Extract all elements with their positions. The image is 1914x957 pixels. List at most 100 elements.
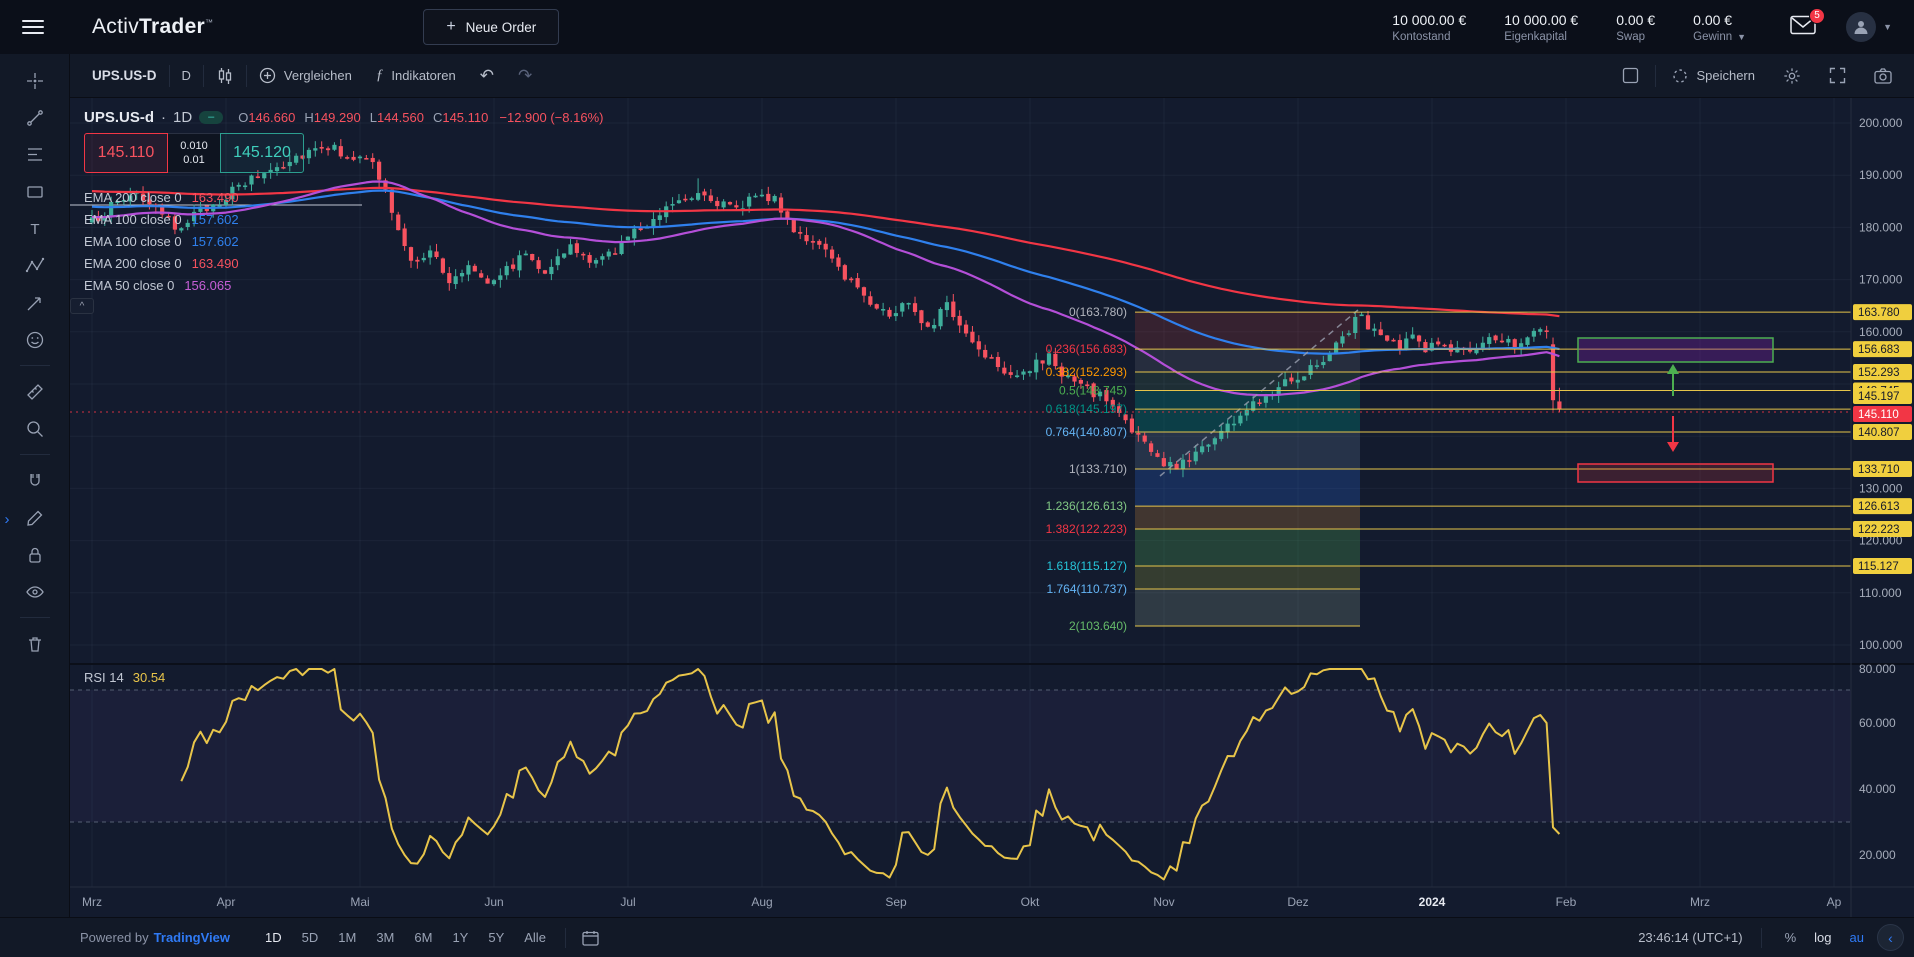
fib-label[interactable]: 2(103.640) <box>1069 619 1127 633</box>
clock[interactable]: 23:46:14 (UTC+1) <box>1638 930 1742 945</box>
fib-axis-label-text: 115.127 <box>1858 561 1899 573</box>
interval-button[interactable]: D <box>170 61 203 91</box>
fib-label[interactable]: 1.236(126.613) <box>1046 499 1127 513</box>
neue-order-button[interactable]: + Neue Order <box>423 9 559 45</box>
user-menu[interactable]: ▼ <box>1846 12 1892 42</box>
buy-button[interactable]: 145.120 <box>220 133 304 173</box>
collapse-panel-button[interactable]: ‹ <box>1877 924 1904 951</box>
screenshot-button[interactable] <box>1862 61 1904 91</box>
logo-tm: ™ <box>205 18 213 27</box>
range-5d[interactable]: 5D <box>293 926 328 949</box>
pane-divider[interactable] <box>70 663 1914 665</box>
tool-remove-drawings[interactable] <box>13 625 57 662</box>
candles-icon <box>216 67 234 85</box>
close-value: 145.110 <box>442 110 488 125</box>
ema-row[interactable]: EMA 50 close 0156.065 <box>84 274 603 296</box>
layout-select-button[interactable] <box>1610 61 1651 91</box>
rectangle-icon <box>25 182 45 202</box>
fib-label[interactable]: 1(133.710) <box>1069 462 1127 476</box>
auto-scale-button[interactable]: au <box>1845 927 1869 948</box>
symbol-search-button[interactable]: UPS.US-D <box>80 61 169 91</box>
sell-button[interactable]: 145.110 <box>84 133 168 173</box>
magnet-icon <box>25 471 45 491</box>
tool-zoom[interactable] <box>13 410 57 447</box>
fib-label[interactable]: 0.764(140.807) <box>1046 425 1127 439</box>
spread-bottom: 0.01 <box>183 154 204 166</box>
chart-area[interactable]: 0(163.780) 0.236(156.683) 0.382(152.293) 0.… <box>70 98 1914 917</box>
range-alle[interactable]: Alle <box>515 926 555 949</box>
fullscreen-button[interactable] <box>1817 61 1858 91</box>
supply-zone-box[interactable] <box>1578 338 1773 362</box>
ema-row[interactable]: EMA 200 close 0163.490 <box>84 252 603 274</box>
undo-button[interactable]: ↶ <box>468 61 506 91</box>
range-1d[interactable]: 1D <box>256 926 291 949</box>
watchlist-toggle[interactable]: › <box>0 505 14 533</box>
tool-text[interactable]: T <box>13 210 57 247</box>
tool-fib-retracement[interactable] <box>13 136 57 173</box>
time-axis[interactable]: MrzAprMaiJunJulAugSepOktNovDez2024FebMrz… <box>82 895 1842 909</box>
fib-label[interactable]: 0.618(145.197) <box>1046 402 1127 416</box>
ema-row[interactable]: EMA 100 close 0157.602 <box>84 208 603 230</box>
redo-button[interactable]: ↷ <box>506 61 544 91</box>
fib-label[interactable]: 0.382(152.293) <box>1046 365 1127 379</box>
low-value: 144.560 <box>377 110 424 125</box>
ema-value: 163.490 <box>192 190 239 205</box>
legend-toggle-pill[interactable]: – <box>199 111 223 124</box>
legend-title-row[interactable]: UPS.US-d · 1D – O146.660 H149.290 L144.5… <box>84 106 603 128</box>
spread-display: 0.010 0.01 <box>168 133 220 173</box>
range-6m[interactable]: 6M <box>405 926 441 949</box>
rsi-legend[interactable]: RSI 14 30.54 <box>84 670 165 685</box>
rsi-axis-label: 40.000 <box>1859 782 1896 796</box>
log-scale-button[interactable]: log <box>1809 927 1836 948</box>
activtrader-app: ActivTrader™ + Neue Order 10 000.00 € Ko… <box>0 0 1914 957</box>
ema-value: 156.065 <box>184 278 231 293</box>
tool-forecast[interactable] <box>13 284 57 321</box>
fib-label[interactable]: 0(163.780) <box>1069 305 1127 319</box>
chart-toolbar: UPS.US-D D Vergleichen ƒ Indikatoren ↶ ↷… <box>70 54 1914 98</box>
fib-label[interactable]: 1.382(122.223) <box>1046 522 1127 536</box>
price-axis-label: 190.000 <box>1859 168 1903 182</box>
range-5y[interactable]: 5Y <box>479 926 513 949</box>
price-axis[interactable]: 200.000190.000180.000170.000160.000130.0… <box>1853 116 1912 862</box>
tool-measure[interactable] <box>13 373 57 410</box>
time-axis-label: Mai <box>350 895 369 909</box>
save-layout-button[interactable]: Speichern <box>1660 61 1767 91</box>
hamburger-menu-icon[interactable] <box>22 20 44 34</box>
tool-magnet[interactable] <box>13 462 57 499</box>
fib-label[interactable]: 0.236(156.683) <box>1046 342 1127 356</box>
go-to-date-button[interactable] <box>576 930 605 946</box>
redo-icon: ↷ <box>518 66 532 86</box>
tool-emoji[interactable] <box>13 321 57 358</box>
down-arrow-head <box>1667 442 1679 452</box>
range-1m[interactable]: 1M <box>329 926 365 949</box>
tool-draw[interactable] <box>13 499 57 536</box>
stat-gewinn[interactable]: 0.00 € Gewinn▼ <box>1693 12 1746 43</box>
fib-label[interactable]: 1.764(110.737) <box>1046 582 1127 596</box>
ema-row[interactable]: EMA 200 close 0163.490 <box>84 186 603 208</box>
demand-zone-box[interactable] <box>1578 464 1773 482</box>
tool-hide-drawings[interactable] <box>13 573 57 610</box>
gear-icon <box>1783 67 1801 85</box>
tool-lock[interactable] <box>13 536 57 573</box>
indicators-button[interactable]: ƒ Indikatoren <box>364 61 468 91</box>
range-1y[interactable]: 1Y <box>443 926 477 949</box>
divider <box>1761 928 1762 948</box>
tool-trend-line[interactable] <box>13 99 57 136</box>
fib-label[interactable]: 0.5(148.745) <box>1059 384 1127 398</box>
range-3m[interactable]: 3M <box>367 926 403 949</box>
chevron-down-icon[interactable]: ▼ <box>1737 32 1746 42</box>
compare-button[interactable]: Vergleichen <box>247 61 364 91</box>
tool-shapes[interactable] <box>13 173 57 210</box>
fib-label[interactable]: 1.618(115.127) <box>1046 559 1127 573</box>
circle-plus-icon <box>259 67 276 84</box>
tradingview-link[interactable]: TradingView <box>154 930 230 945</box>
settings-button[interactable] <box>1771 61 1813 91</box>
tool-crosshair[interactable] <box>13 62 57 99</box>
tool-patterns[interactable] <box>13 247 57 284</box>
percent-scale-button[interactable]: % <box>1780 927 1802 948</box>
chart-type-button[interactable] <box>204 61 246 91</box>
legend-collapse-button[interactable]: ^ <box>70 298 94 314</box>
mail-button[interactable]: 5 <box>1790 15 1816 40</box>
avatar <box>1846 12 1876 42</box>
ema-row[interactable]: EMA 100 close 0157.602 <box>84 230 603 252</box>
